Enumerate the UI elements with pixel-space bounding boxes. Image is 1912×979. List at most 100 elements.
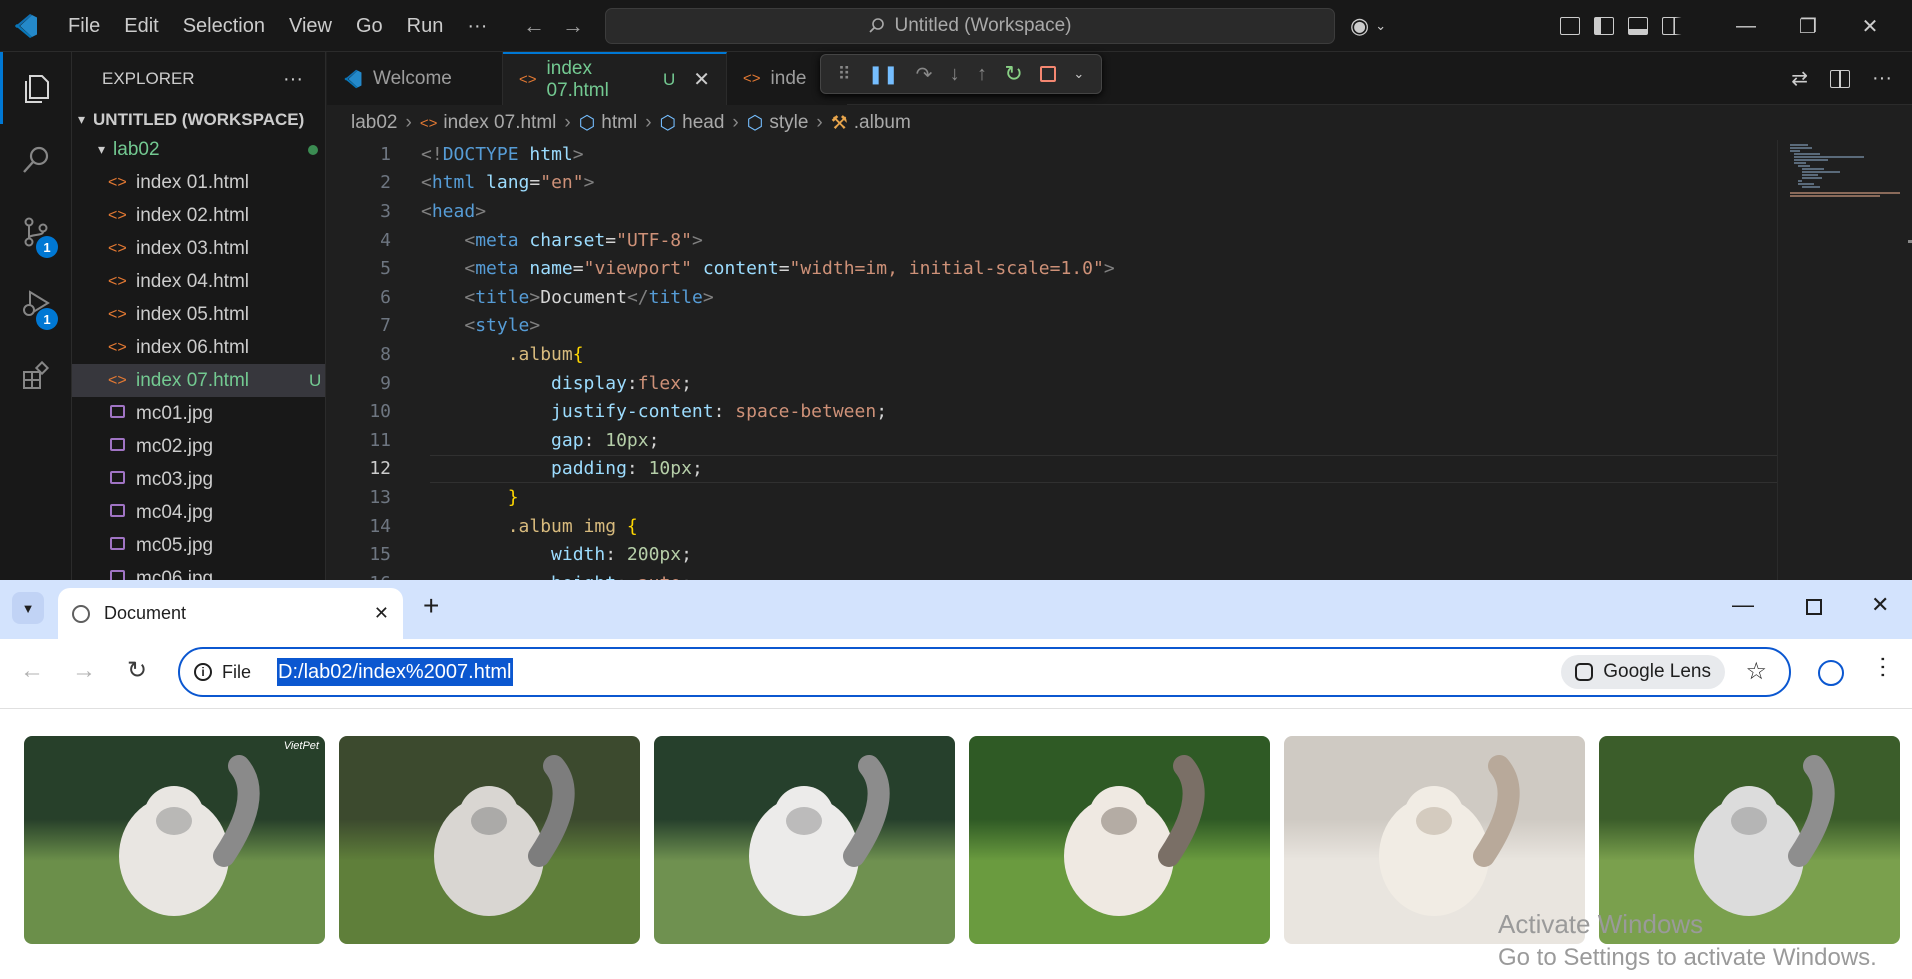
breadcrumb-separator-icon: › [732, 112, 739, 133]
forward-arrow-icon[interactable]: → [72, 657, 96, 685]
file-item[interactable]: mc04.jpg [72, 496, 325, 529]
file-item[interactable]: <> index 03.html [72, 232, 325, 265]
step-over-icon[interactable]: ↷ [916, 62, 933, 87]
restore-window-icon[interactable]: ❐ [1777, 14, 1839, 39]
breadcrumb-label: lab02 [351, 112, 398, 133]
url-scheme-label: File [222, 661, 252, 682]
code-text: justify-content: space-between; [551, 401, 888, 423]
step-out-icon[interactable]: ↑ [977, 63, 987, 86]
stop-icon[interactable] [1040, 66, 1057, 82]
code-text: display:flex; [551, 372, 692, 394]
info-icon[interactable]: i [194, 663, 212, 681]
minimize-window-icon[interactable]: — [1732, 592, 1754, 618]
reload-icon[interactable]: ↻ [127, 656, 147, 685]
file-item[interactable]: mc05.jpg [72, 529, 325, 562]
file-item[interactable]: <> index 04.html [72, 265, 325, 298]
restart-icon[interactable]: ↻ [1004, 61, 1022, 87]
more-actions-icon[interactable]: ··· [1872, 67, 1892, 90]
customize-layout-icon[interactable] [1560, 17, 1580, 35]
google-lens-button[interactable]: Google Lens [1561, 655, 1725, 689]
menu-item[interactable]: Edit [112, 0, 170, 52]
toggle-primary-sidebar-icon[interactable] [1594, 17, 1614, 35]
file-item[interactable]: mc02.jpg [72, 430, 325, 463]
breadcrumb-item[interactable]: ⬡ head [660, 112, 725, 135]
workspace-label: UNTITLED (WORKSPACE) [93, 109, 305, 129]
file-item[interactable]: <> index 02.html [72, 199, 325, 232]
menu-item[interactable]: File [56, 0, 112, 52]
html-file-icon: <> [108, 272, 127, 290]
folder-lab02[interactable]: ▾ lab02 [72, 133, 325, 166]
file-item[interactable]: <> index 07.html U [72, 364, 325, 397]
chrome-menu-icon[interactable]: ··· [1870, 655, 1897, 679]
file-item[interactable]: mc03.jpg [72, 463, 325, 496]
line-number: 11 [369, 429, 391, 451]
menu-item[interactable]: Selection [171, 0, 277, 52]
code-text: <meta charset="UTF-8"> [464, 229, 703, 251]
breadcrumb-item[interactable]: ⬡ html [579, 112, 638, 135]
profile-icon[interactable] [1818, 660, 1844, 686]
chevron-down-icon[interactable]: ⌄ [1073, 66, 1084, 82]
menu-item[interactable]: View [277, 0, 344, 52]
copilot-menu[interactable]: ◉ ⌄ [1350, 0, 1386, 52]
code-editor[interactable]: 1 <!DOCTYPE html> 2 <html lang="en"> 3 <head>… [327, 140, 1777, 580]
close-window-icon[interactable]: ✕ [1871, 592, 1889, 618]
toggle-secondary-sidebar-icon[interactable] [1662, 17, 1682, 35]
breadcrumb-label: head [682, 112, 725, 133]
menu-item[interactable]: Go [344, 0, 395, 52]
browser-tab-document[interactable]: Document ✕ [58, 588, 403, 639]
album-image [654, 736, 955, 944]
tab-welcome[interactable]: Welcome [327, 52, 503, 105]
menu-item[interactable]: ··· [455, 0, 499, 52]
google-lens-label: Google Lens [1603, 661, 1711, 682]
close-tab-icon[interactable]: ✕ [374, 603, 389, 624]
address-bar[interactable]: i File D:/lab02/index%2007.html Google L… [178, 647, 1791, 697]
workspace-header[interactable]: ▾ UNTITLED (WORKSPACE) [72, 106, 325, 133]
back-arrow-icon[interactable]: ← [514, 13, 554, 39]
maximize-window-icon[interactable] [1806, 599, 1822, 615]
explorer-activity[interactable] [0, 52, 72, 124]
file-item[interactable]: mc01.jpg [72, 397, 325, 430]
pause-icon[interactable]: ❚❚ [868, 64, 898, 85]
breadcrumb-item[interactable]: ⚒ .album [831, 112, 911, 135]
close-window-icon[interactable]: ✕ [1839, 14, 1901, 39]
breadcrumb-item[interactable]: <> index 07.html [420, 112, 557, 134]
open-changes-icon[interactable]: ⇄ [1791, 66, 1808, 91]
file-item[interactable]: <> index 06.html [72, 331, 325, 364]
command-center[interactable]: Untitled (Workspace) [605, 8, 1335, 44]
search-activity[interactable] [0, 124, 72, 196]
more-actions-icon[interactable]: ··· [283, 68, 303, 91]
minimap[interactable] [1777, 140, 1912, 580]
file-item[interactable]: <> index 01.html [72, 166, 325, 199]
tab-index-07[interactable]: <> index 07.html U ✕ [503, 52, 727, 105]
breadcrumb-item[interactable]: ⬡ style [747, 112, 809, 135]
new-tab-icon[interactable]: + [423, 590, 439, 622]
bookmark-star-icon[interactable]: ☆ [1745, 657, 1767, 686]
menu-item[interactable]: Run [395, 0, 456, 52]
file-item[interactable]: <> index 05.html [72, 298, 325, 331]
line-number: 10 [369, 401, 391, 423]
cat-photo-icon [1064, 755, 1205, 916]
file-item[interactable]: mc06.jpg [72, 562, 325, 580]
html-file-icon: <> [519, 71, 537, 88]
drag-handle-icon[interactable]: ⠿ [838, 64, 851, 85]
image-file-icon [108, 569, 126, 580]
source-control-activity[interactable]: 1 [0, 196, 72, 268]
breadcrumb-item[interactable]: lab02 [351, 112, 398, 134]
tab-search-button[interactable]: ▼ [12, 592, 44, 624]
url-text[interactable]: D:/lab02/index%2007.html [277, 658, 513, 686]
toggle-panel-icon[interactable] [1628, 17, 1648, 35]
back-arrow-icon[interactable]: ← [20, 657, 44, 685]
line-number: 14 [369, 515, 391, 537]
run-debug-activity[interactable]: 1 [0, 268, 72, 340]
forward-arrow-icon[interactable]: → [553, 13, 593, 39]
file-label: mc01.jpg [136, 402, 214, 424]
html-file-icon: <> [108, 239, 127, 257]
close-tab-icon[interactable]: ✕ [693, 67, 710, 92]
lens-icon [1575, 663, 1594, 681]
extensions-activity[interactable] [0, 340, 72, 412]
html-file-icon: <> [743, 70, 761, 87]
minimize-window-icon[interactable]: — [1715, 15, 1777, 38]
step-into-icon[interactable]: ↓ [950, 63, 960, 86]
line-number: 7 [380, 315, 391, 337]
split-editor-icon[interactable] [1830, 69, 1851, 88]
